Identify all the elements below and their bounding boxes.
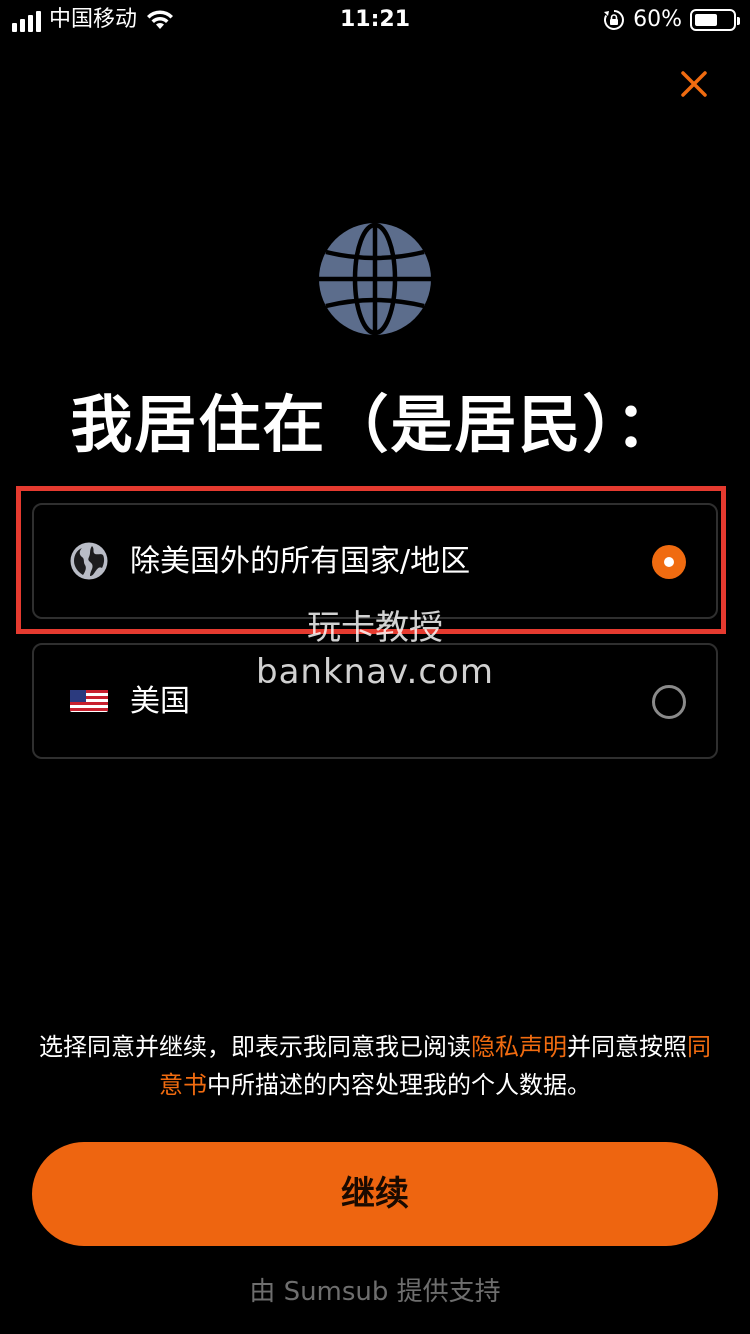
powered-by-text: 由 Sumsub 提供支持 — [249, 1277, 501, 1307]
page-title: 我居住在（是居民）： — [70, 388, 680, 461]
close-icon — [681, 71, 707, 97]
watermark-url: banknav.com — [256, 652, 494, 692]
watermark-text: 玩卡教授 — [307, 608, 443, 648]
identity-residence-screen: 中国移动 11:21 60% 我居住在（是居民）： 除美国外的所有国家/地区 美… — [0, 0, 750, 1334]
battery-level-fill — [695, 14, 717, 26]
close-button[interactable] — [672, 62, 716, 106]
globe-icon — [319, 222, 431, 336]
globe-icon — [70, 542, 108, 580]
radio-selected[interactable] — [652, 545, 686, 579]
status-right: 60% — [603, 6, 740, 34]
orientation-lock-icon — [604, 10, 625, 30]
radio-dot — [664, 557, 674, 567]
battery-percentage: 60% — [633, 7, 682, 32]
consent-text: 选择同意并继续，即表示我同意我已阅读隐私声明并同意按照同意书中所描述的内容处理我… — [30, 1028, 720, 1104]
status-bar: 中国移动 11:21 60% — [0, 0, 750, 40]
consent-part1: 选择同意并继续，即表示我同意我已阅读 — [39, 1033, 471, 1061]
option-all-countries-except-us[interactable]: 除美国外的所有国家/地区 — [32, 503, 718, 619]
option-label: 除美国外的所有国家/地区 — [130, 544, 471, 579]
consent-part3: 中所描述的内容处理我的个人数据。 — [207, 1071, 591, 1099]
battery-icon — [690, 9, 740, 31]
battery-cap — [737, 17, 740, 25]
consent-part2: 并同意按照 — [567, 1033, 687, 1061]
privacy-notice-link[interactable]: 隐私声明 — [471, 1033, 567, 1061]
continue-button[interactable]: 继续 — [32, 1142, 718, 1246]
